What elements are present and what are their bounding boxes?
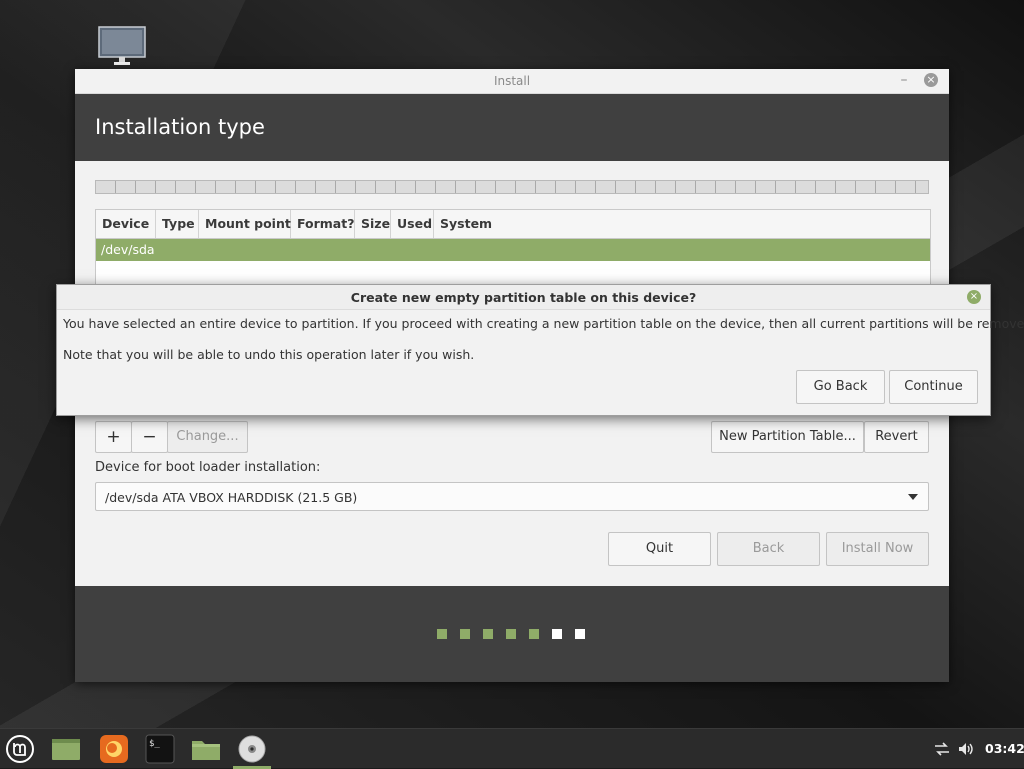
column-format[interactable]: Format? [291,210,355,238]
page-title: Installation type [95,115,265,139]
dropdown-arrow-icon [908,494,918,500]
table-header: Device Type Mount point Format? Size Use… [96,210,930,239]
change-partition-button[interactable]: Change... [167,421,248,453]
terminal-icon[interactable]: $_ [145,734,175,764]
dialog-message: You have selected an entire device to pa… [63,316,1024,331]
column-system[interactable]: System [434,210,930,238]
window-titlebar[interactable]: Install – × [75,69,949,94]
mint-menu-icon[interactable] [5,734,35,764]
progress-step-dot [552,629,562,639]
table-row[interactable]: /dev/sda [96,239,930,261]
remove-partition-button[interactable]: − [131,421,168,453]
column-device[interactable]: Device [96,210,156,238]
volume-icon[interactable] [957,741,975,757]
device-cell: /dev/sda [101,242,155,257]
network-icon[interactable] [933,741,951,757]
window-title: Install [493,74,531,88]
bootloader-selected-value: /dev/sda ATA VBOX HARDDISK (21.5 GB) [105,490,358,505]
dialog-close-icon[interactable]: × [967,290,981,304]
dialog-note: Note that you will be able to undo this … [63,347,475,362]
firefox-icon[interactable] [99,734,129,764]
quit-button[interactable]: Quit [608,532,711,566]
window-header: Installation type [75,94,949,161]
dialog-titlebar[interactable]: Create new empty partition table on this… [57,285,990,310]
column-size[interactable]: Size [355,210,391,238]
bootloader-label: Device for boot loader installation: [95,460,321,475]
add-partition-button[interactable]: + [95,421,132,453]
taskbar: $_ 03:42 [0,728,1024,769]
show-desktop-icon[interactable] [51,734,81,764]
dialog-title: Create new empty partition table on this… [350,290,697,305]
progress-footer [75,586,949,682]
progress-step-dot [575,629,585,639]
progress-step-dot [437,629,447,639]
column-used[interactable]: Used [391,210,434,238]
files-icon[interactable] [191,734,221,764]
svg-text:$_: $_ [149,739,160,749]
window-close-icon[interactable]: × [924,73,938,87]
progress-step-dot [483,629,493,639]
column-type[interactable]: Type [156,210,199,238]
computer-desktop-icon[interactable] [98,26,146,68]
bootloader-device-select[interactable]: /dev/sda ATA VBOX HARDDISK (21.5 GB) [95,482,929,511]
install-now-button[interactable]: Install Now [826,532,929,566]
continue-button[interactable]: Continue [889,370,978,404]
progress-step-dot [529,629,539,639]
back-button[interactable]: Back [717,532,820,566]
progress-step-dot [460,629,470,639]
confirm-dialog: Create new empty partition table on this… [56,284,1024,416]
go-back-button[interactable]: Go Back [796,370,885,404]
partition-bar [95,180,929,194]
new-partition-table-button[interactable]: New Partition Table... [711,421,864,453]
clock[interactable]: 03:42 [985,741,1024,756]
minimize-icon[interactable]: – [897,72,911,88]
installer-disc-icon[interactable] [237,734,267,764]
progress-step-dot [506,629,516,639]
column-mount-point[interactable]: Mount point [199,210,291,238]
revert-button[interactable]: Revert [864,421,929,453]
